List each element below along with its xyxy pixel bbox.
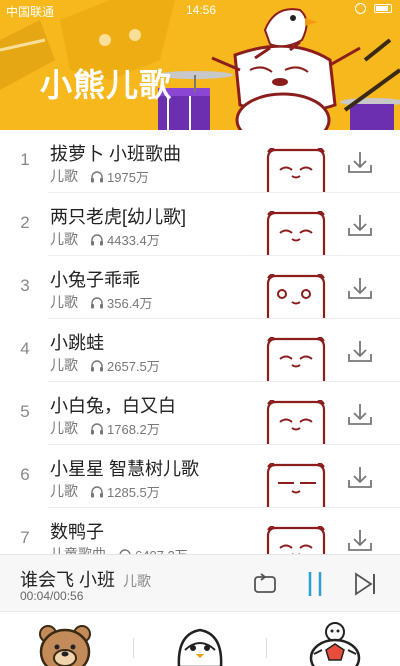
clock: 14:56 [186,3,217,17]
nav-separator [266,638,267,658]
song-index: 3 [20,276,30,295]
song-row-2[interactable]: 2 两只老虎[幼儿歌] 儿歌 4433.4万 [0,193,400,256]
song-play-count: 2657.5万 [107,358,160,374]
bear-icon[interactable] [30,620,100,666]
song-list: 1 拔萝卜 小班歌曲 儿歌 1975万 2 两只老虎[幼儿歌] 儿歌 4433.… [0,130,400,554]
bear-thumbnail [266,337,326,382]
song-index: 2 [20,213,30,232]
status-bar: 中国联通 14:56 [0,0,400,20]
song-row-7[interactable]: 7 数鸭子 儿童歌曲 6407.2万 [0,508,400,554]
song-meta: 儿童歌曲 6407.2万 [50,544,188,554]
mini-player[interactable]: 谁会飞 小班 儿歌 00:04/00:56 [0,554,400,611]
download-icon[interactable] [346,400,374,428]
download-icon[interactable] [346,211,374,239]
playback-time: 00:04/00:56 [20,589,84,603]
song-artist: 儿歌 [50,168,78,184]
song-artist: 儿歌 [50,420,78,436]
song-title[interactable]: 两只老虎[幼儿歌] [50,203,186,229]
song-index: 1 [20,150,30,169]
song-play-count: 1768.2万 [107,421,160,437]
song-play-count: 356.4万 [107,295,153,311]
song-play-count: 4433.4万 [107,232,160,248]
song-title[interactable]: 小兔子乖乖 [50,266,140,292]
alarm-icon [355,3,366,14]
now-playing-song: 谁会飞 小班 [20,570,116,590]
song-title[interactable]: 小白兔，白又白 [50,392,176,418]
download-icon[interactable] [346,274,374,302]
song-meta: 儿歌 1975万 [50,166,149,186]
now-playing-artist: 儿歌 [123,573,152,589]
song-title[interactable]: 拔萝卜 小班歌曲 [50,140,181,166]
song-meta: 儿歌 2657.5万 [50,355,160,375]
next-icon[interactable] [352,570,378,598]
headphone-icon [91,422,103,434]
headphone-icon [91,233,103,245]
penguin-icon[interactable] [165,620,235,666]
song-row-5[interactable]: 5 小白兔，白又白 儿歌 1768.2万 [0,382,400,445]
song-play-count: 6407.2万 [135,545,188,555]
headphone-icon [91,296,103,308]
song-play-count: 1975万 [107,169,149,185]
song-artist: 儿歌 [50,294,78,310]
song-meta: 儿歌 1768.2万 [50,418,160,438]
loop-icon[interactable] [252,571,278,597]
song-row-3[interactable]: 3 小兔子乖乖 儿歌 356.4万 [0,256,400,319]
song-title[interactable]: 小星星 智慧树儿歌 [50,455,199,481]
page-title: 小熊儿歌 [40,67,173,103]
song-row-1[interactable]: 1 拔萝卜 小班歌曲 儿歌 1975万 [0,130,400,193]
download-icon[interactable] [346,148,374,176]
song-artist: 儿歌 [50,483,78,499]
turtle-icon[interactable] [300,620,370,666]
song-index: 4 [20,339,30,358]
song-meta: 儿歌 4433.4万 [50,229,160,249]
song-meta: 儿歌 356.4万 [50,292,153,312]
headphone-icon [91,170,103,182]
song-index: 7 [20,528,30,547]
song-index: 5 [20,402,30,421]
headphone-icon [91,359,103,371]
header-banner: 中国联通 14:56 小熊儿歌 [0,0,400,130]
download-icon[interactable] [346,526,374,554]
bear-thumbnail [266,211,326,256]
status-icons [355,3,392,14]
bottom-nav [0,611,400,666]
bear-thumbnail [266,148,326,193]
song-row-6[interactable]: 6 小星星 智慧树儿歌 儿歌 1285.5万 [0,445,400,508]
download-icon[interactable] [346,463,374,491]
nav-separator [133,638,134,658]
battery-icon [374,4,392,13]
song-meta: 儿歌 1285.5万 [50,481,160,501]
carrier-label: 中国联通 [6,5,55,19]
bear-thumbnail [266,274,326,319]
song-index: 6 [20,465,30,484]
song-artist: 儿童歌曲 [50,546,106,554]
song-row-4[interactable]: 4 小跳蛙 儿歌 2657.5万 [0,319,400,382]
headphone-icon [91,485,103,497]
song-play-count: 1285.5万 [107,484,160,500]
song-artist: 儿歌 [50,357,78,373]
bear-thumbnail [266,526,326,554]
bear-thumbnail [266,463,326,508]
song-artist: 儿歌 [50,231,78,247]
song-title[interactable]: 数鸭子 [50,518,104,544]
song-title[interactable]: 小跳蛙 [50,329,104,355]
bear-thumbnail [266,400,326,445]
pause-icon[interactable] [302,569,328,599]
download-icon[interactable] [346,337,374,365]
